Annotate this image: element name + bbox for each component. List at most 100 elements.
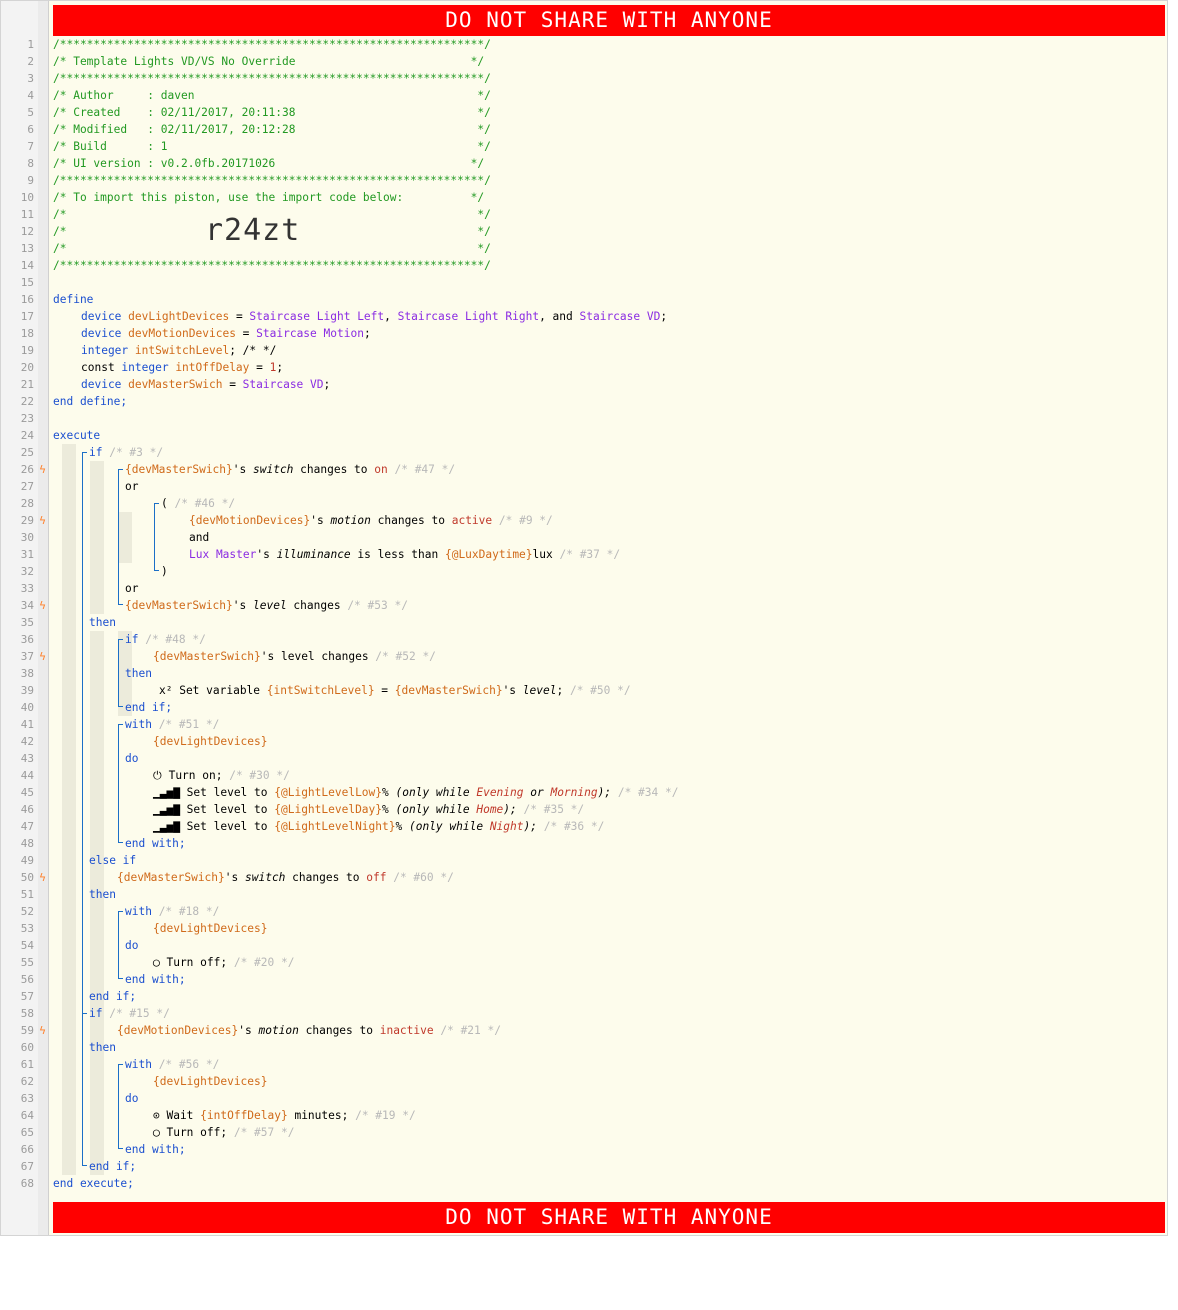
code-line[interactable]: with /* #18 */ <box>125 903 219 920</box>
code-token: /* #37 */ <box>559 548 621 561</box>
code-line[interactable]: /***************************************… <box>53 36 491 53</box>
code-line[interactable]: {devMotionDevices}'s motion changes to i… <box>117 1022 501 1039</box>
code-line[interactable]: {devMotionDevices}'s motion changes to a… <box>189 512 553 529</box>
code-line[interactable]: or <box>125 478 138 495</box>
code-token: Night <box>489 820 524 833</box>
code-token: {devLightDevices} <box>153 1075 268 1088</box>
code-line[interactable]: {devMasterSwich}'s switch changes to on … <box>125 461 455 478</box>
code-line[interactable]: /* To import this piston, use the import… <box>53 189 484 206</box>
code-line[interactable]: x² Set variable {intSwitchLevel} = {devM… <box>159 682 631 699</box>
code-token: /* #19 */ <box>355 1109 416 1122</box>
code-line[interactable]: ▁▃▅▇ Set level to {@LightLevelDay}% (onl… <box>153 801 584 818</box>
code-line[interactable]: /* Build : 1 */ <box>53 138 491 155</box>
code-line[interactable]: then <box>125 665 152 682</box>
line-number: 41 <box>20 718 34 731</box>
code-token: {devMasterSwich} <box>394 684 503 697</box>
code-line[interactable]: {devLightDevices} <box>153 920 268 937</box>
code-line[interactable]: with /* #56 */ <box>125 1056 219 1073</box>
trigger-bolt-icon: ϟ <box>39 650 46 663</box>
code-token: Staircase VD <box>242 378 324 391</box>
code-line[interactable]: /***************************************… <box>53 257 491 274</box>
code-token: Staircase Light Left <box>249 310 385 323</box>
code-line[interactable]: and <box>189 529 209 546</box>
code-line[interactable]: if /* #3 */ <box>89 444 163 461</box>
code-line[interactable]: ) <box>161 563 168 580</box>
code-line[interactable]: end if; <box>125 699 172 716</box>
code-line[interactable]: device devLightDevices = Staircase Light… <box>81 308 667 325</box>
line-number: 47 <box>20 820 34 833</box>
code-token: do <box>125 939 139 952</box>
code-line[interactable]: {devMasterSwich}'s level changes /* #52 … <box>153 648 436 665</box>
code-token: /* #60 */ <box>393 871 454 884</box>
code-line[interactable]: {devMasterSwich}'s switch changes to off… <box>117 869 454 886</box>
code-line[interactable]: integer intSwitchLevel; /* */ <box>81 342 276 359</box>
code-line[interactable]: do <box>125 1090 138 1107</box>
line-number: 14 <box>20 259 34 272</box>
code-line[interactable]: then <box>89 1039 116 1056</box>
code-line[interactable]: /* UI version : v0.2.0fb.20171026 */ <box>53 155 484 172</box>
code-line[interactable]: execute <box>53 427 100 444</box>
code-line[interactable]: ◯ Turn off; /* #20 */ <box>153 954 294 971</box>
code-line[interactable]: end define; <box>53 393 127 410</box>
code-line[interactable]: ◯ Turn off; /* #57 */ <box>153 1124 294 1141</box>
code-token: motion <box>258 1024 299 1037</box>
code-line[interactable]: end if; <box>89 988 136 1005</box>
code-line[interactable]: {devLightDevices} <box>153 733 268 750</box>
import-code[interactable]: r24zt <box>205 212 300 250</box>
code-line[interactable]: do <box>125 937 138 954</box>
code-token: else if <box>89 854 137 867</box>
code-line[interactable]: {devMasterSwich}'s level changes /* #53 … <box>125 597 408 614</box>
code-token: on <box>374 463 388 476</box>
code-token: then <box>89 888 116 901</box>
code-line[interactable]: {devLightDevices} <box>153 1073 268 1090</box>
code-line[interactable]: /***************************************… <box>53 70 491 87</box>
code-token: (only while <box>395 803 477 816</box>
code-line[interactable]: if /* #48 */ <box>125 631 206 648</box>
code-line[interactable]: const integer intOffDelay = 1; <box>81 359 283 376</box>
code-line[interactable]: end execute; <box>53 1175 134 1192</box>
code-line[interactable]: else if <box>89 852 136 869</box>
code-token: ; <box>660 310 668 323</box>
code-token: {devLightDevices} <box>153 922 268 935</box>
code-line[interactable]: end with; <box>125 1141 186 1158</box>
code-token: 's <box>224 871 245 884</box>
code-line[interactable]: ⏻ Turn on; /* #30 */ <box>153 767 290 784</box>
code-token: ); <box>503 803 517 816</box>
code-token: end with; <box>125 973 186 986</box>
code-line[interactable]: or <box>125 580 138 597</box>
code-token: /* #47 */ <box>394 463 456 476</box>
code-token: {intOffDelay} <box>200 1109 288 1122</box>
code-line[interactable]: device devMasterSwich = Staircase VD; <box>81 376 330 393</box>
code-line[interactable]: /* Modified : 02/11/2017, 20:12:28 */ <box>53 121 491 138</box>
code-line[interactable]: ( /* #46 */ <box>161 495 235 512</box>
code-line[interactable]: then <box>89 614 116 631</box>
code-line[interactable]: with /* #51 */ <box>125 716 219 733</box>
line-number: 12 <box>20 225 34 238</box>
code-line[interactable]: ⊙ Wait {intOffDelay} minutes; /* #19 */ <box>153 1107 416 1124</box>
line-number: 49 <box>20 854 34 867</box>
line-number: 29 <box>20 514 34 527</box>
code-token: device <box>81 327 129 340</box>
block-bracket <box>118 469 123 605</box>
code-line[interactable]: end with; <box>125 971 186 988</box>
code-line[interactable]: define <box>53 291 93 308</box>
code-line[interactable]: then <box>89 886 116 903</box>
code-line[interactable]: /* Author : daven */ <box>53 87 491 104</box>
code-token: /***************************************… <box>53 72 491 85</box>
code-line[interactable]: Lux Master's illuminance is less than {@… <box>189 546 620 563</box>
code-line[interactable]: /* Created : 02/11/2017, 20:11:38 */ <box>53 104 491 121</box>
code-line[interactable]: end if; <box>89 1158 136 1175</box>
code-line[interactable]: ▁▃▅▇ Set level to {@LightLevelNight}% (o… <box>153 818 604 835</box>
code-line[interactable]: ▁▃▅▇ Set level to {@LightLevelLow}% (onl… <box>153 784 678 801</box>
code-token: if <box>89 1007 110 1020</box>
code-line[interactable]: device devMotionDevices = Staircase Moti… <box>81 325 371 342</box>
code-token: end execute; <box>53 1177 134 1190</box>
code-line[interactable]: /* Template Lights VD/VS No Override */ <box>53 53 484 70</box>
code-line[interactable]: /***************************************… <box>53 172 491 189</box>
code-line[interactable]: end with; <box>125 835 186 852</box>
code-token: ( <box>161 497 175 510</box>
code-line[interactable]: do <box>125 750 138 767</box>
line-number: 15 <box>20 276 34 289</box>
code-line[interactable]: if /* #15 */ <box>89 1005 170 1022</box>
